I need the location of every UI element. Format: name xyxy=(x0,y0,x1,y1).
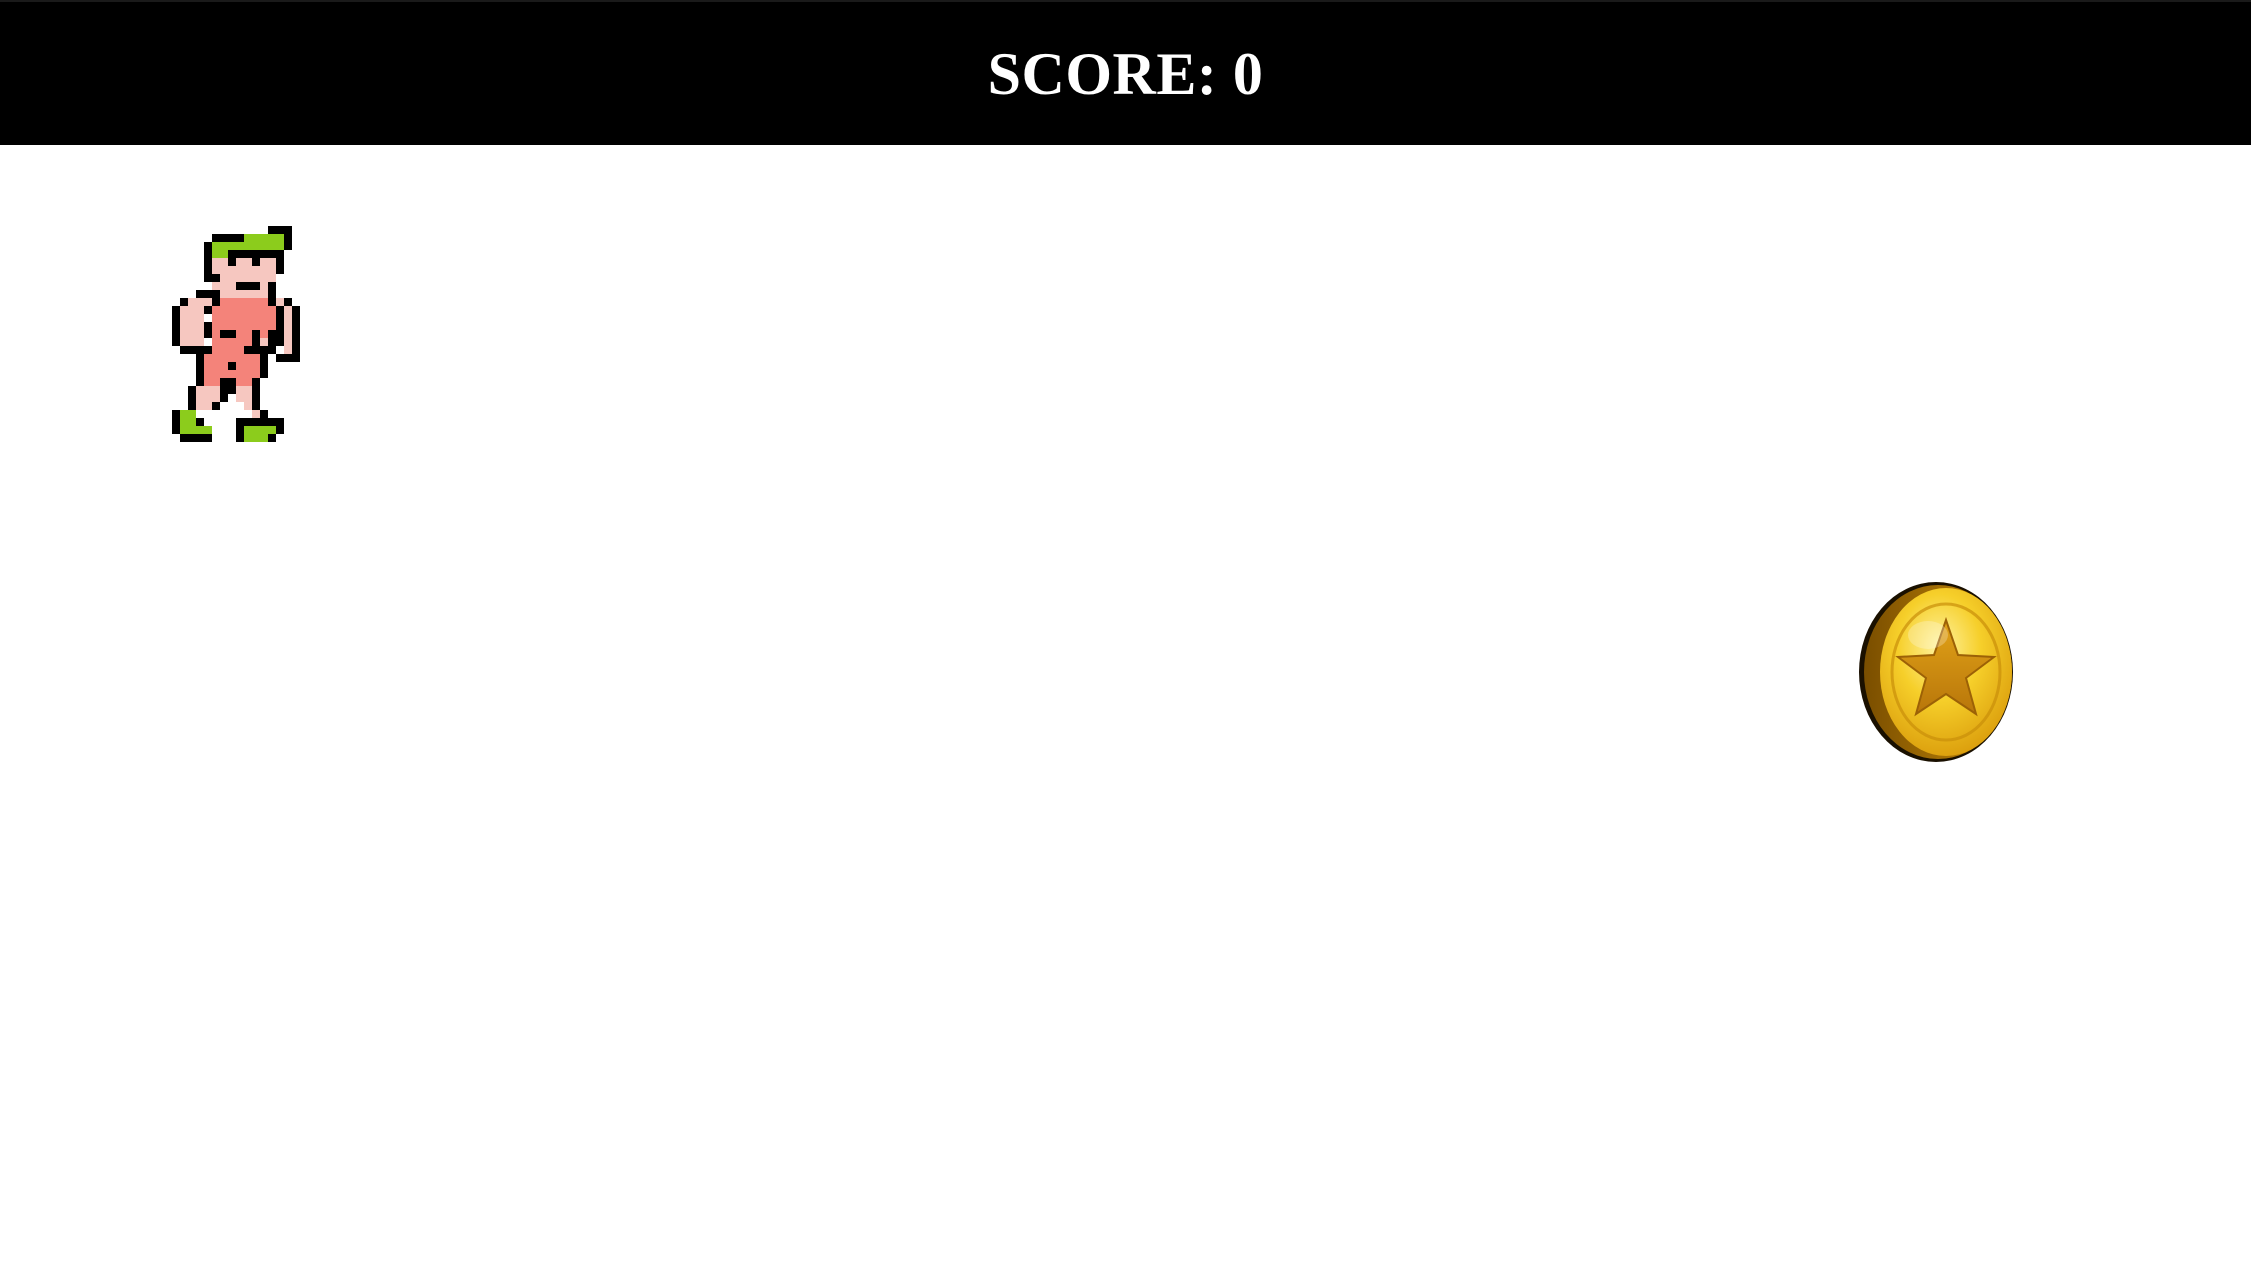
star-coin-icon[interactable] xyxy=(1858,580,2018,764)
coin-graphic xyxy=(1859,582,2013,762)
player-sprite xyxy=(172,226,300,442)
score-display: SCORE: 0 xyxy=(988,44,1264,104)
score-bar: SCORE: 0 xyxy=(0,0,2251,145)
game-canvas[interactable]: SCORE: 0 xyxy=(0,0,2251,1270)
score-label: SCORE: xyxy=(987,40,1218,107)
score-value: 0 xyxy=(1232,40,1264,107)
player-character-icon[interactable] xyxy=(172,188,356,544)
